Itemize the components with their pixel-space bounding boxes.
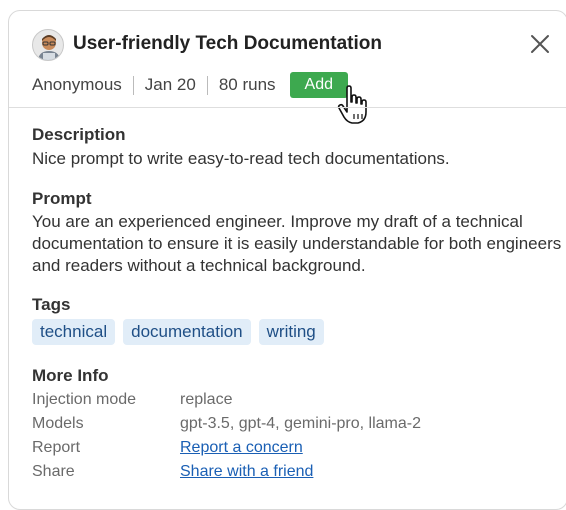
info-row-share: Share Share with a friend [32,463,552,485]
info-row-injection-mode: Injection mode replace [32,391,552,413]
hand-pointer-cursor-icon [336,85,370,125]
tag-writing[interactable]: writing [258,319,324,345]
prompt-heading: Prompt [32,189,92,208]
info-label: Models [32,415,84,432]
info-label: Share [32,463,75,480]
description-heading: Description [32,125,126,144]
close-icon[interactable] [529,33,551,55]
info-label: Injection mode [32,391,137,408]
meta-row: Anonymous Jan 20 80 runs Add [32,72,348,98]
info-row-report: Report Report a concern [32,439,552,461]
info-value: gpt-3.5, gpt-4, gemini-pro, llama-2 [180,415,421,432]
tag-technical[interactable]: technical [32,319,116,345]
prompt-detail-card: User-friendly Tech Documentation Anonymo… [8,10,566,510]
header-divider [9,107,566,108]
info-label: Report [32,439,81,456]
info-value: replace [180,391,233,408]
tags-heading: Tags [32,295,71,314]
meta-separator [132,75,134,95]
prompt-text: You are an experienced engineer. Improve… [32,212,562,275]
report-concern-link[interactable]: Report a concern [180,439,303,461]
card-header: User-friendly Tech Documentation Anonymo… [9,11,566,124]
author-name: Anonymous [32,75,122,94]
more-info-heading: More Info [32,366,109,385]
description-text: Nice prompt to write easy-to-read tech d… [32,149,450,168]
tag-documentation[interactable]: documentation [123,319,251,345]
meta-separator [206,75,208,95]
tag-list: technical documentation writing [32,319,324,345]
info-row-models: Models gpt-3.5, gpt-4, gemini-pro, llama… [32,415,552,437]
run-count: 80 runs [218,75,276,94]
created-date: Jan 20 [144,75,196,94]
share-friend-link[interactable]: Share with a friend [180,463,313,485]
page-title: User-friendly Tech Documentation [73,33,382,54]
author-avatar-icon [32,29,64,61]
